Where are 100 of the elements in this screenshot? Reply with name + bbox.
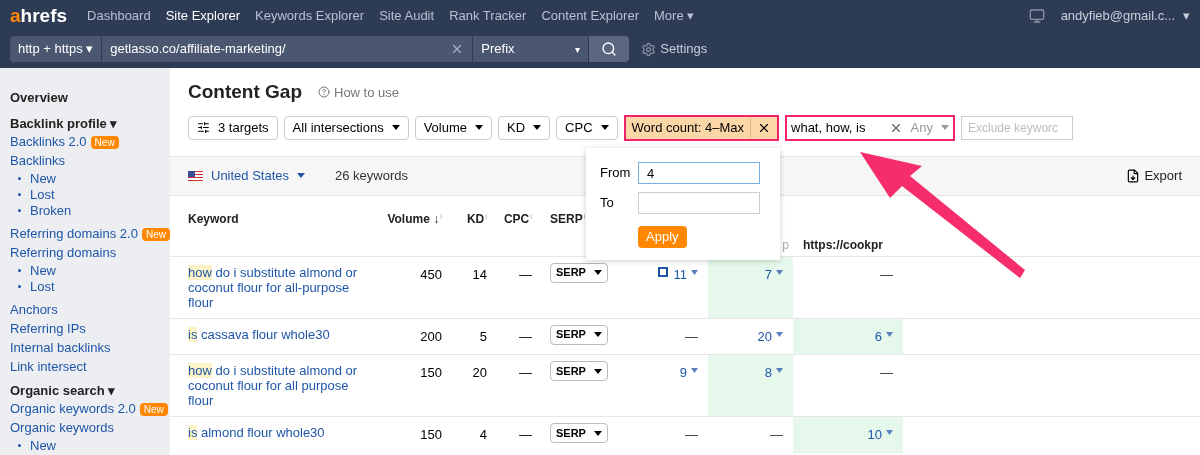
word-count-filter[interactable]: Word count: 4–Max <box>623 114 779 141</box>
settings-link[interactable]: Settings <box>660 39 708 59</box>
sidebar-link[interactable]: Backlinks <box>10 151 65 171</box>
volume-cell-text: 200 <box>419 327 443 346</box>
caret-icon <box>691 368 698 373</box>
cpc-cell-text: — <box>518 265 533 284</box>
sidebar-link[interactable]: Organic keywords <box>10 418 115 438</box>
cpc-cell-text: — <box>518 364 533 382</box>
column-header[interactable]: https://cookpr <box>793 209 903 254</box>
country-dropdown[interactable]: United States <box>211 165 306 186</box>
exclude-keywords-field[interactable]: Exclude keyworc <box>961 115 1073 140</box>
from-label: From <box>600 164 632 183</box>
volume-cell-text: 450 <box>419 265 443 284</box>
nav-link[interactable]: Dashboard <box>87 6 151 26</box>
position-cell[interactable]: 8 <box>708 355 793 416</box>
position-cell[interactable]: — <box>608 417 708 453</box>
mode-dropdown[interactable]: Prefix ▾ <box>473 36 589 62</box>
position-cell[interactable]: — <box>608 318 708 354</box>
bullet-icon <box>18 285 21 288</box>
bullet-icon <box>18 193 21 196</box>
sidebar-link[interactable]: Anchors <box>10 300 58 320</box>
keyword-link[interactable]: how do i substitute almond or coconut flour for all-purpose flour <box>188 256 368 318</box>
account-menu[interactable]: andyfieb@gmail.c... ▾ <box>1060 6 1190 26</box>
filter-dropdown[interactable]: CPC <box>556 115 618 140</box>
position-cell[interactable]: 9 <box>608 355 708 416</box>
protocol-dropdown[interactable]: http + https ▾ <box>10 36 102 62</box>
search-icon <box>601 41 618 57</box>
serp-button[interactable]: SERP <box>550 423 608 443</box>
monitor-icon[interactable] <box>1028 8 1045 24</box>
help-icon[interactable] <box>318 86 330 99</box>
caret-icon <box>941 125 949 130</box>
caret-icon <box>691 269 698 275</box>
nav-link[interactable]: More ▾ <box>654 6 695 26</box>
kd-cell-text: 20 <box>471 364 488 382</box>
bullet-icon <box>18 209 21 212</box>
nav-link[interactable]: Content Explorer <box>541 6 639 26</box>
position-cell[interactable]: 20 <box>708 318 793 354</box>
column-header[interactable]: Keyword <box>188 209 368 228</box>
nav-link[interactable]: Site Audit <box>379 6 435 26</box>
cpc-cell-text: — <box>518 426 533 444</box>
keyword-count: 26 keywords <box>335 166 409 185</box>
sidebar-link[interactable]: Referring domains <box>10 243 117 263</box>
position-cell[interactable]: 6 <box>793 318 903 354</box>
url-input[interactable]: getlasso.co/affiliate-marketing/ <box>102 36 473 62</box>
keyword-link[interactable]: is cassava flour whole30 <box>188 318 368 350</box>
position-cell[interactable]: — <box>793 355 903 416</box>
from-input[interactable]: 4 <box>638 162 760 184</box>
logo[interactable]: ahrefs <box>10 1 68 31</box>
caret-icon <box>593 430 602 436</box>
targets-button[interactable]: 3 targets <box>188 115 278 140</box>
caret-icon <box>391 125 400 130</box>
sidebar-link[interactable]: Backlinks 2.0 <box>10 132 87 152</box>
nav-link[interactable]: Site Explorer <box>165 6 241 26</box>
filter-dropdown[interactable]: All intersections <box>283 115 409 140</box>
sidebar-link[interactable]: Referring domains 2.0 <box>10 224 138 244</box>
serp-button[interactable]: SERP <box>550 361 608 381</box>
us-flag-icon <box>188 170 203 181</box>
sidebar-heading[interactable]: Overview <box>10 88 160 108</box>
sidebar-sublink[interactable]: New <box>30 435 56 455</box>
bullet-icon <box>18 444 21 447</box>
bullet-icon <box>18 177 21 180</box>
caret-icon <box>886 331 893 337</box>
volume-cell-text: 150 <box>419 364 443 382</box>
sidebar-link[interactable]: Organic keywords 2.0 <box>10 399 136 419</box>
page-title: Content Gap <box>188 80 302 104</box>
featured-snippet-icon <box>657 266 668 277</box>
export-icon[interactable] <box>1126 168 1141 183</box>
include-keywords-field[interactable]: what, how, is Any <box>785 114 955 141</box>
position-cell[interactable]: — <box>708 417 793 453</box>
cpc-cell-text: — <box>518 327 533 346</box>
keyword-link[interactable]: is almond flour whole30 <box>188 417 368 448</box>
filter-dropdown[interactable]: KD <box>498 115 551 140</box>
sidebar-section[interactable]: Backlink profile ▾ <box>10 113 160 133</box>
caret-icon <box>886 430 893 435</box>
position-cell[interactable]: — <box>793 256 903 318</box>
sidebar-section[interactable]: Organic search ▾ <box>10 380 160 400</box>
filter-dropdown[interactable]: Volume <box>414 115 492 140</box>
sidebar-link[interactable]: Internal backlinks <box>10 338 111 358</box>
caret-icon <box>533 125 542 130</box>
kd-cell-text: 4 <box>478 426 488 444</box>
caret-icon <box>776 368 783 373</box>
search-button[interactable] <box>589 36 630 62</box>
caret-icon <box>593 368 602 374</box>
sidebar-link[interactable]: Referring IPs <box>10 319 86 339</box>
caret-icon <box>600 125 609 130</box>
kd-cell-text: 5 <box>478 327 488 346</box>
export-link[interactable]: Export <box>1144 165 1182 186</box>
volume-cell-text: 150 <box>419 426 443 444</box>
position-cell[interactable]: 10 <box>793 417 903 453</box>
position-cell[interactable]: 11 <box>608 256 708 318</box>
settings-icon[interactable] <box>641 41 657 57</box>
keyword-link[interactable]: how do i substitute almond or coconut flour for all purpose flour <box>188 355 368 416</box>
position-cell[interactable]: 7 <box>708 256 793 318</box>
how-to-use-link[interactable]: How to use <box>334 82 400 102</box>
serp-button[interactable]: SERP <box>550 324 608 345</box>
sidebar-link[interactable]: Link intersect <box>10 357 87 377</box>
nav-link[interactable]: Keywords Explorer <box>255 6 365 26</box>
to-input[interactable] <box>638 192 760 214</box>
nav-link[interactable]: Rank Tracker <box>449 6 527 26</box>
serp-button[interactable]: SERP <box>550 262 608 283</box>
